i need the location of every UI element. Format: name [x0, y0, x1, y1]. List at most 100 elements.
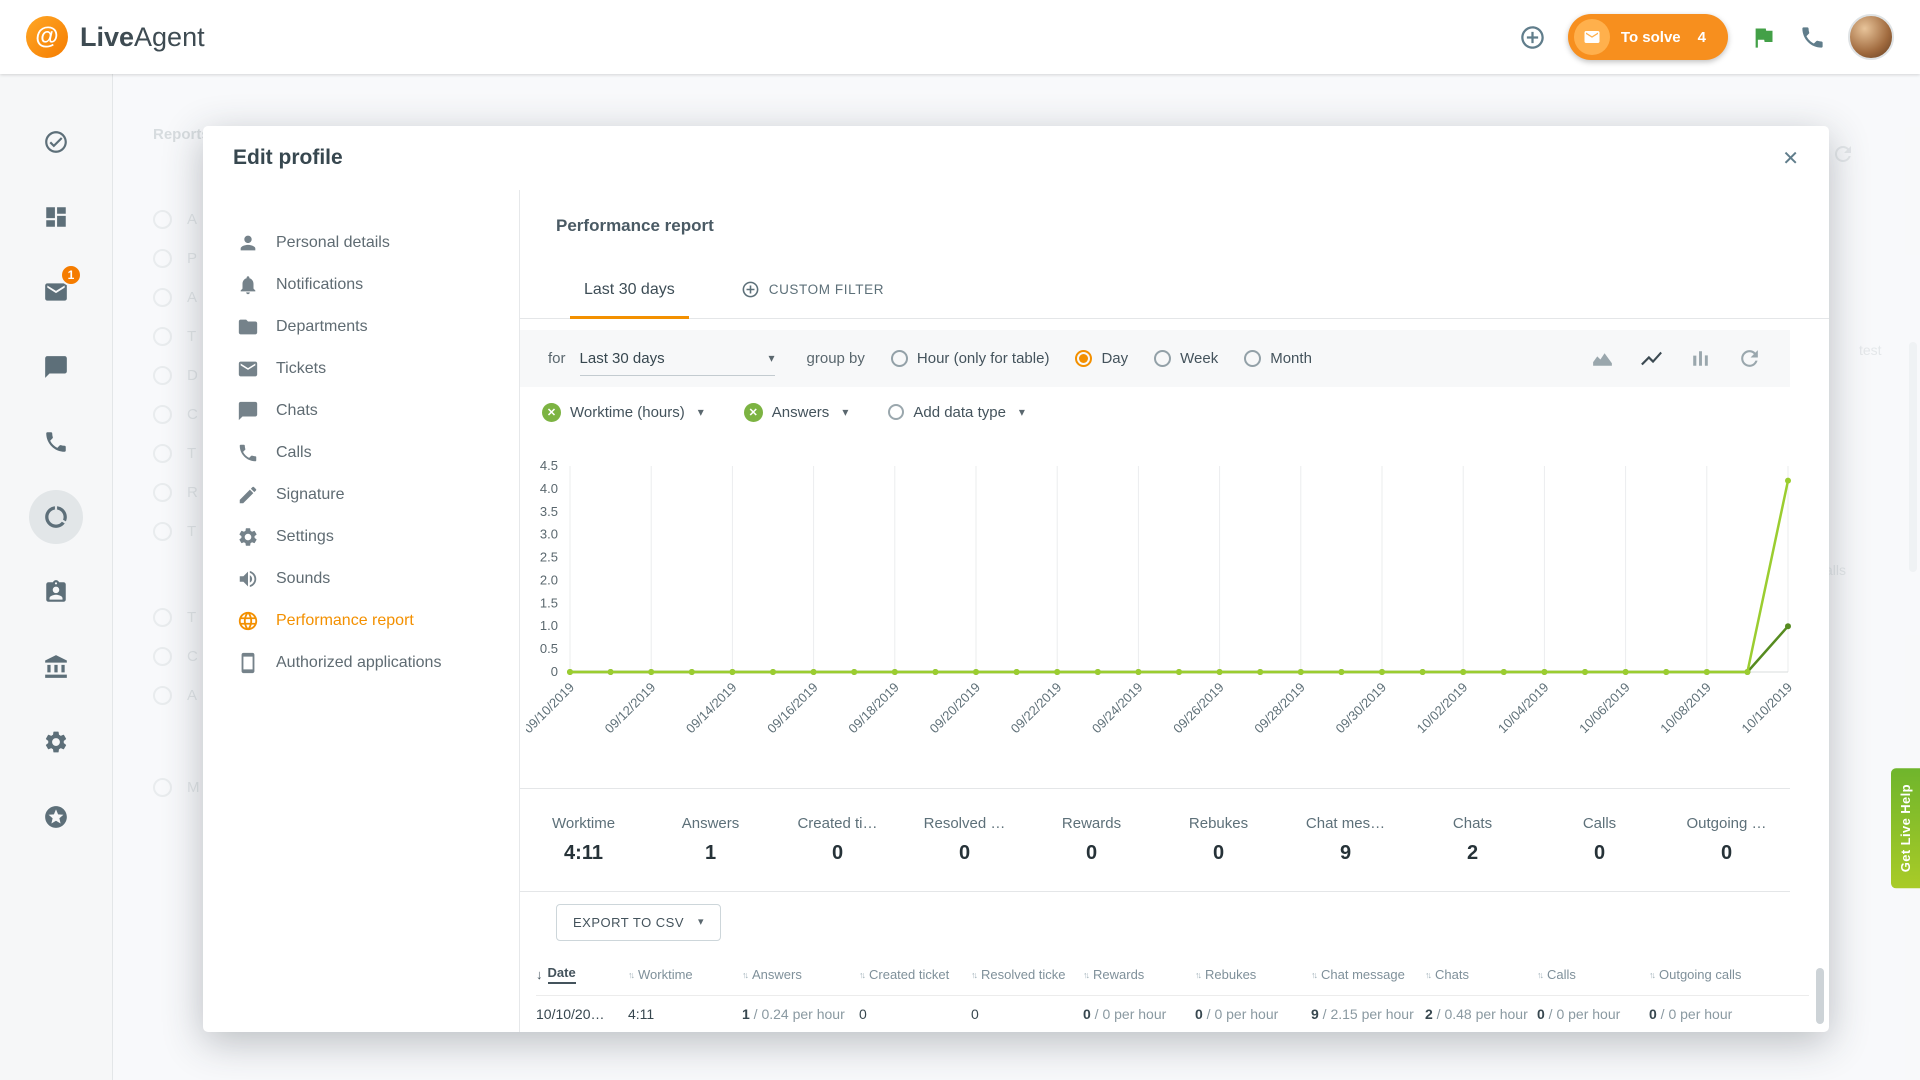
chip-add-data-type[interactable]: Add data type▾: [888, 404, 1025, 421]
stat-value: 9: [1282, 842, 1409, 865]
sidebar-item-gear[interactable]: [24, 704, 88, 779]
modal-scrollbar[interactable]: [1816, 968, 1824, 1024]
filter-bar: for Last 30 days ▾ group by Hour (only f…: [520, 330, 1790, 387]
tab-last-30-days[interactable]: Last 30 days: [562, 261, 697, 319]
svg-text:09/18/2019: 09/18/2019: [845, 680, 902, 737]
area-chart-icon: [1590, 346, 1615, 371]
column-header-date[interactable]: ↓Date: [536, 965, 628, 984]
table-cell: 4:11: [628, 1006, 742, 1022]
sort-icon: ↑↓: [1311, 970, 1316, 980]
sidebar-item-mail[interactable]: 1: [24, 254, 88, 329]
pen-icon: [237, 484, 259, 506]
chevron-down-icon: ▾: [698, 917, 704, 928]
modal-header: Edit profile ✕: [203, 126, 1829, 190]
line-chart-icon: [1639, 346, 1664, 371]
profile-nav-signature[interactable]: Signature: [203, 474, 519, 516]
sidebar-item-star-circle[interactable]: [24, 779, 88, 854]
chip-worktime-hours-[interactable]: ✕Worktime (hours)▾: [542, 403, 704, 422]
column-header-worktime[interactable]: ↑↓Worktime: [628, 967, 742, 982]
table-row: 10/10/20…4:111 / 0.24 per hour000 / 0 pe…: [536, 996, 1809, 1032]
column-header-resolved-ticke[interactable]: ↑↓Resolved ticke: [971, 967, 1083, 982]
svg-text:09/30/2019: 09/30/2019: [1332, 680, 1389, 737]
column-header-answers[interactable]: ↑↓Answers: [742, 967, 859, 982]
chevron-down-icon: ▾: [842, 406, 848, 418]
stat-value: 4:11: [520, 842, 647, 865]
stat-label: Answers: [647, 815, 774, 832]
folder-icon: [237, 316, 259, 338]
sidebar-item-donut[interactable]: [24, 479, 88, 554]
stat-value: 0: [901, 842, 1028, 865]
column-header-calls[interactable]: ↑↓Calls: [1537, 967, 1649, 982]
chip-answers[interactable]: ✕Answers▾: [744, 403, 849, 422]
line-chart-button[interactable]: [1639, 346, 1664, 371]
sidebar-item-bank[interactable]: [24, 629, 88, 704]
sidebar-item-phone[interactable]: [24, 404, 88, 479]
profile-nav-performance-report[interactable]: Performance report: [203, 600, 519, 642]
sidebar-item-dashboard[interactable]: [24, 179, 88, 254]
remove-chip-icon[interactable]: ✕: [744, 403, 763, 422]
column-header-rebukes[interactable]: ↑↓Rebukes: [1195, 967, 1311, 982]
refresh-button[interactable]: [1737, 346, 1762, 371]
sidebar-item-check-circle[interactable]: [24, 104, 88, 179]
chevron-down-icon: ▾: [768, 352, 774, 364]
range-select[interactable]: Last 30 days ▾: [580, 342, 775, 376]
column-header-chats[interactable]: ↑↓Chats: [1425, 967, 1537, 982]
stat-rebukes: Rebukes0: [1155, 815, 1282, 865]
phone-button[interactable]: [1799, 24, 1826, 51]
svg-text:09/22/2019: 09/22/2019: [1008, 680, 1065, 737]
profile-nav-tickets[interactable]: Tickets: [203, 348, 519, 390]
sidebar-item-chat[interactable]: [24, 329, 88, 404]
report-table: ↓Date↑↓Worktime↑↓Answers↑↓Created ticket…: [536, 954, 1809, 1032]
svg-text:09/26/2019: 09/26/2019: [1170, 680, 1227, 737]
profile-nav-notifications[interactable]: Notifications: [203, 264, 519, 306]
sort-icon: ↑↓: [742, 970, 747, 980]
flag-button[interactable]: [1750, 24, 1777, 51]
group-by-week[interactable]: Week: [1154, 350, 1218, 367]
group-by-month[interactable]: Month: [1244, 350, 1312, 367]
stat-calls: Calls0: [1536, 815, 1663, 865]
stat-label: Resolved …: [901, 815, 1028, 832]
group-by-hour[interactable]: Hour (only for table): [891, 350, 1050, 367]
line-chart: 09/10/201909/12/201909/14/201909/16/2019…: [526, 458, 1820, 770]
radio-icon: [888, 404, 904, 420]
bar-chart-button[interactable]: [1688, 346, 1713, 371]
group-by-day[interactable]: Day: [1075, 350, 1128, 367]
close-button[interactable]: ✕: [1782, 146, 1799, 171]
get-live-help-tab[interactable]: Get Live Help: [1891, 768, 1920, 888]
column-header-outgoing-calls[interactable]: ↑↓Outgoing calls: [1649, 967, 1801, 982]
svg-text:1.5: 1.5: [540, 595, 558, 610]
column-header-created-ticket[interactable]: ↑↓Created ticket: [859, 967, 971, 982]
bar-chart-icon: [1688, 346, 1713, 371]
export-csv-button[interactable]: EXPORT TO CSV ▾: [556, 904, 721, 941]
profile-nav-personal-details[interactable]: Personal details: [203, 222, 519, 264]
profile-nav-chats[interactable]: Chats: [203, 390, 519, 432]
tab-custom-filter[interactable]: CUSTOM FILTER: [719, 261, 906, 319]
profile-nav-settings[interactable]: Settings: [203, 516, 519, 558]
phone-icon: [237, 442, 259, 464]
table-cell: 0: [971, 1006, 1083, 1022]
column-header-chat-message[interactable]: ↑↓Chat message: [1311, 967, 1425, 982]
to-solve-button[interactable]: To solve 4: [1568, 14, 1728, 60]
table-cell: 0 / 0 per hour: [1537, 1006, 1649, 1022]
profile-nav-calls[interactable]: Calls: [203, 432, 519, 474]
radio-icon: [1154, 350, 1171, 367]
column-header-rewards[interactable]: ↑↓Rewards: [1083, 967, 1195, 982]
svg-text:0: 0: [551, 664, 558, 679]
avatar[interactable]: [1848, 14, 1894, 60]
stat-worktime: Worktime4:11: [520, 815, 647, 865]
remove-chip-icon[interactable]: ✕: [542, 403, 561, 422]
for-label: for: [548, 350, 566, 367]
section-title: Performance report: [556, 216, 714, 236]
dashboard-icon: [43, 204, 69, 230]
svg-text:10/02/2019: 10/02/2019: [1414, 680, 1471, 737]
sidebar-item-contact-card[interactable]: [24, 554, 88, 629]
add-button[interactable]: [1519, 24, 1546, 51]
bell-icon: [237, 274, 259, 296]
profile-nav-departments[interactable]: Departments: [203, 306, 519, 348]
area-chart-button[interactable]: [1590, 346, 1615, 371]
liveagent-logo: @ LiveAgent: [26, 16, 205, 58]
profile-nav-sounds[interactable]: Sounds: [203, 558, 519, 600]
svg-text:09/20/2019: 09/20/2019: [926, 680, 983, 737]
tabs: Last 30 days CUSTOM FILTER: [520, 261, 1829, 319]
profile-nav-authorized-applications[interactable]: Authorized applications: [203, 642, 519, 684]
